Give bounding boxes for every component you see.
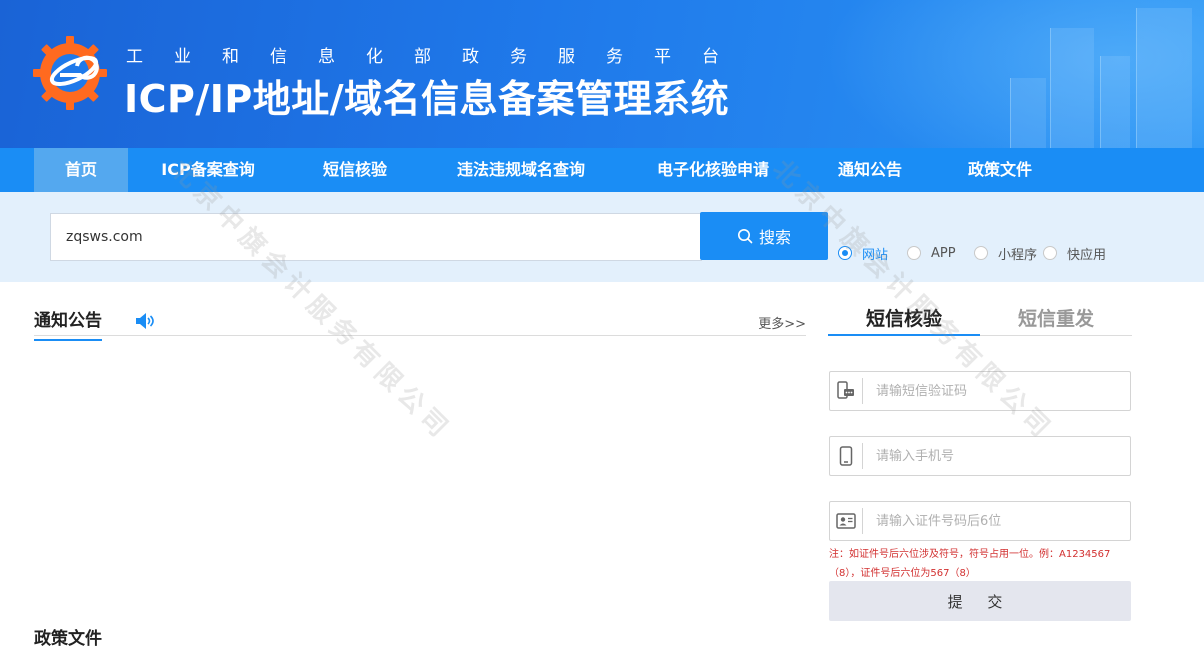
phone-field bbox=[829, 436, 1131, 476]
nav-item-policy[interactable]: 政策文件 bbox=[950, 148, 1050, 192]
radio-dot bbox=[974, 246, 988, 260]
radio-label: APP bbox=[931, 245, 956, 261]
sms-icon bbox=[830, 378, 863, 404]
id-number-field bbox=[829, 501, 1131, 541]
id-number-note: 注：如证件号后六位涉及符号，符号占用一位。例：A1234567（8），证件号后六… bbox=[829, 549, 1111, 579]
phone-input[interactable] bbox=[876, 445, 1116, 467]
skyline-building bbox=[1136, 8, 1192, 148]
search-icon bbox=[737, 229, 753, 244]
nav-item-notices[interactable]: 通知公告 bbox=[818, 148, 922, 192]
nav-item-icp-query[interactable]: ICP备案查询 bbox=[146, 148, 270, 192]
main-nav: 首页 ICP备案查询 短信核验 违法违规域名查询 电子化核验申请 通知公告 政策… bbox=[0, 148, 1204, 192]
radio-label: 网站 bbox=[862, 247, 889, 263]
search-button[interactable]: 搜索 bbox=[700, 212, 828, 260]
submit-button[interactable]: 提 交 bbox=[829, 581, 1131, 621]
notice-header: 通知公告 更多>> bbox=[34, 300, 806, 341]
tab-sms-verify[interactable]: 短信核验 bbox=[828, 304, 980, 336]
skyline-building bbox=[1010, 78, 1046, 148]
site-header: 工业和信息化部政务服务平台 ICP/IP地址/域名信息备案管理系统 bbox=[0, 0, 1204, 148]
notice-title: 通知公告 bbox=[34, 306, 102, 341]
speaker-icon bbox=[136, 313, 154, 329]
radio-app[interactable]: APP bbox=[907, 243, 956, 263]
id-number-input[interactable] bbox=[876, 510, 1116, 532]
radio-mini-program[interactable]: 小程序 bbox=[974, 243, 1037, 263]
site-title: ICP/IP地址/域名信息备案管理系统 bbox=[124, 77, 730, 121]
sms-code-field bbox=[829, 371, 1131, 411]
sms-tabs: 短信核验 短信重发 bbox=[828, 300, 1132, 336]
radio-label: 快应用 bbox=[1067, 247, 1107, 263]
nav-item-home[interactable]: 首页 bbox=[34, 148, 128, 192]
policy-title: 政策文件 bbox=[34, 629, 102, 649]
site-subtitle: 工业和信息化部政务服务平台 bbox=[126, 47, 750, 67]
sms-code-input[interactable] bbox=[876, 380, 1116, 402]
skyline-building bbox=[1100, 56, 1130, 148]
skyline-building bbox=[1050, 28, 1094, 148]
nav-item-e-verify[interactable]: 电子化核验申请 bbox=[636, 148, 790, 192]
tab-sms-resend[interactable]: 短信重发 bbox=[980, 304, 1132, 336]
phone-icon bbox=[830, 443, 863, 469]
radio-quick-app[interactable]: 快应用 bbox=[1043, 243, 1106, 263]
radio-label: 小程序 bbox=[998, 247, 1038, 263]
radio-dot bbox=[1043, 246, 1057, 260]
nav-item-illegal-domain[interactable]: 违法违规域名查询 bbox=[436, 148, 606, 192]
radio-dot bbox=[838, 246, 852, 260]
notice-more-link[interactable]: 更多>> bbox=[758, 313, 806, 332]
radio-dot bbox=[907, 246, 921, 260]
search-input[interactable] bbox=[50, 213, 702, 261]
radio-website[interactable]: 网站 bbox=[838, 243, 888, 263]
id-card-icon bbox=[830, 508, 863, 534]
site-logo bbox=[33, 36, 107, 110]
search-button-label: 搜索 bbox=[758, 230, 791, 247]
nav-item-sms-verify[interactable]: 短信核验 bbox=[300, 148, 410, 192]
